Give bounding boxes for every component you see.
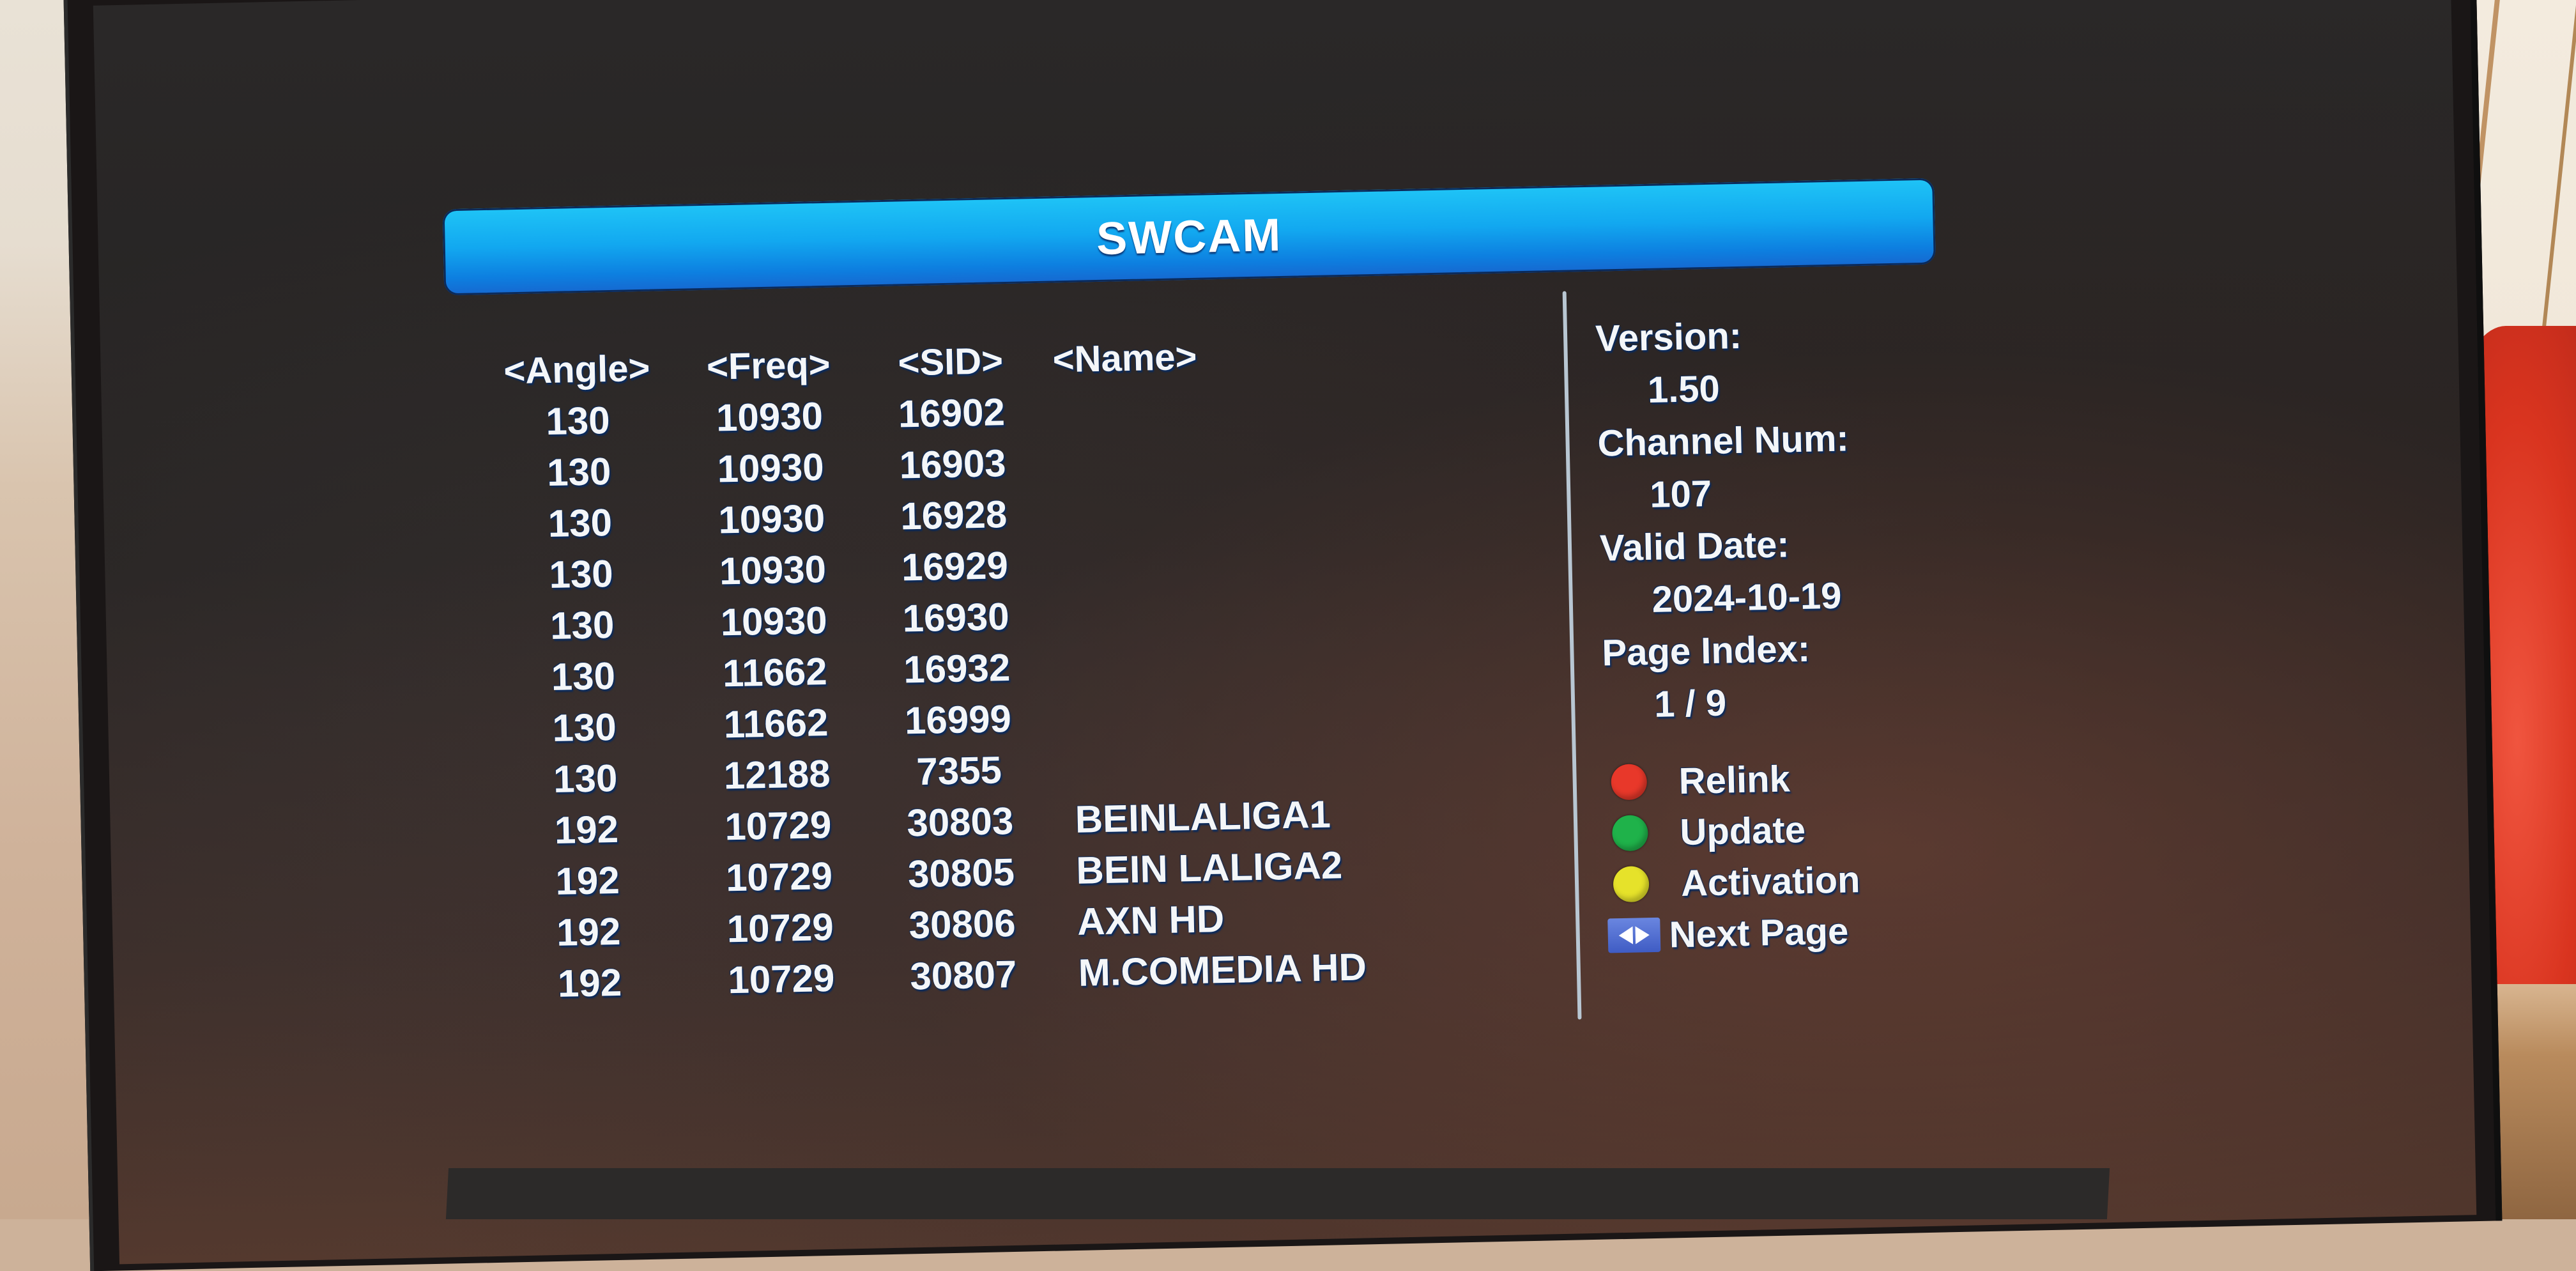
cell-angle: 192 (489, 907, 688, 955)
cell-freq: 10729 (688, 955, 874, 1003)
relink-action[interactable]: Relink (1604, 751, 1859, 808)
cell-freq: 10930 (677, 443, 863, 491)
title-bar: SWCAM (443, 178, 1936, 296)
activation-action[interactable]: Activation (1606, 854, 1860, 910)
swcam-osd: SWCAM <Angle> <Freq> <SID> <Name> 130109… (93, 0, 2476, 1264)
cell-sid: 16930 (866, 593, 1045, 641)
cell-name (1048, 760, 1432, 769)
cell-sid: 16902 (862, 389, 1041, 436)
cell-name (1042, 454, 1425, 462)
cell-angle: 130 (483, 601, 682, 649)
cell-name (1045, 607, 1429, 615)
cell-freq: 10930 (678, 495, 864, 543)
cell-name: M.COMEDIA HD (1052, 943, 1436, 996)
cell-sid: 16928 (864, 491, 1043, 539)
activation-label: Activation (1680, 858, 1860, 905)
valid-date-label: Valid Date: (1599, 517, 1851, 574)
version-value: 1.50 (1596, 360, 1848, 417)
info-panel: Version: 1.50 Channel Num: 107 Valid Dat… (1595, 307, 1855, 732)
cell-sid: 30806 (872, 900, 1052, 948)
header-name: <Name> (1039, 330, 1411, 381)
cell-angle: 130 (486, 754, 685, 802)
relink-label: Relink (1678, 757, 1790, 803)
cell-angle: 192 (488, 856, 687, 904)
page-index-value: 1 / 9 (1602, 674, 1855, 732)
cell-freq: 10729 (687, 904, 873, 951)
yellow-button-icon (1613, 866, 1650, 902)
channel-table: <Angle> <Freq> <SID> <Name> 130109301690… (477, 326, 1436, 1010)
page-title: SWCAM (1096, 208, 1282, 265)
cell-name (1047, 709, 1430, 718)
cell-name (1044, 556, 1427, 564)
red-button-icon (1611, 764, 1647, 800)
channel-num-label: Channel Num: (1597, 412, 1850, 470)
cell-sid: 16903 (862, 440, 1042, 488)
cell-angle: 130 (479, 396, 677, 444)
column-divider (1563, 291, 1582, 1020)
cell-sid: 16932 (867, 644, 1046, 692)
cell-name: BEIN LALIGA2 (1050, 841, 1434, 893)
left-right-arrows-icon (1607, 918, 1660, 953)
cell-angle: 130 (480, 447, 678, 495)
channel-num-value: 107 (1598, 465, 1851, 522)
header-freq: <Freq> (675, 342, 861, 389)
valid-date-value: 2024-10-19 (1600, 569, 1853, 627)
cell-freq: 10930 (677, 392, 862, 440)
cell-angle: 130 (485, 703, 684, 751)
button-legend: Relink Update Activation Next Page (1604, 751, 1862, 961)
cell-sid: 30803 (870, 797, 1050, 845)
cell-sid: 30807 (873, 951, 1053, 999)
cell-freq: 11662 (683, 699, 869, 747)
cell-sid: 16929 (865, 542, 1045, 590)
tv-stand (446, 1168, 2110, 1219)
cell-name (1046, 658, 1430, 666)
cell-angle: 192 (490, 959, 689, 1006)
cell-name: BEINLALIGA1 (1049, 790, 1433, 842)
header-sid: <SID> (861, 338, 1040, 385)
tv-panel: SWCAM <Angle> <Freq> <SID> <Name> 130109… (64, 0, 2503, 1271)
cell-freq: 10930 (680, 546, 866, 594)
tv-screen: SWCAM <Angle> <Freq> <SID> <Name> 130109… (93, 0, 2476, 1264)
cell-angle: 130 (480, 498, 679, 546)
cell-angle: 130 (482, 550, 680, 597)
cell-sid: 7355 (869, 746, 1048, 794)
next-page-action[interactable]: Next Page (1607, 905, 1862, 961)
cell-freq: 12188 (684, 750, 870, 798)
cell-name (1041, 403, 1424, 411)
update-action[interactable]: Update (1606, 803, 1860, 859)
cell-freq: 10930 (680, 597, 866, 645)
cell-freq: 10729 (685, 801, 871, 849)
cell-name (1043, 505, 1427, 513)
version-label: Version: (1595, 307, 1847, 365)
cell-sid: 30805 (871, 849, 1051, 897)
header-angle: <Angle> (477, 346, 676, 392)
next-page-label: Next Page (1669, 909, 1849, 956)
cell-freq: 11662 (682, 648, 868, 696)
page-index-label: Page Index: (1602, 622, 1854, 679)
update-label: Update (1680, 808, 1806, 853)
cell-angle: 192 (487, 805, 686, 853)
cell-freq: 10729 (686, 852, 872, 900)
green-button-icon (1612, 815, 1648, 851)
cell-angle: 130 (484, 652, 682, 700)
cell-name: AXN HD (1051, 892, 1435, 944)
cell-sid: 16999 (868, 695, 1048, 743)
